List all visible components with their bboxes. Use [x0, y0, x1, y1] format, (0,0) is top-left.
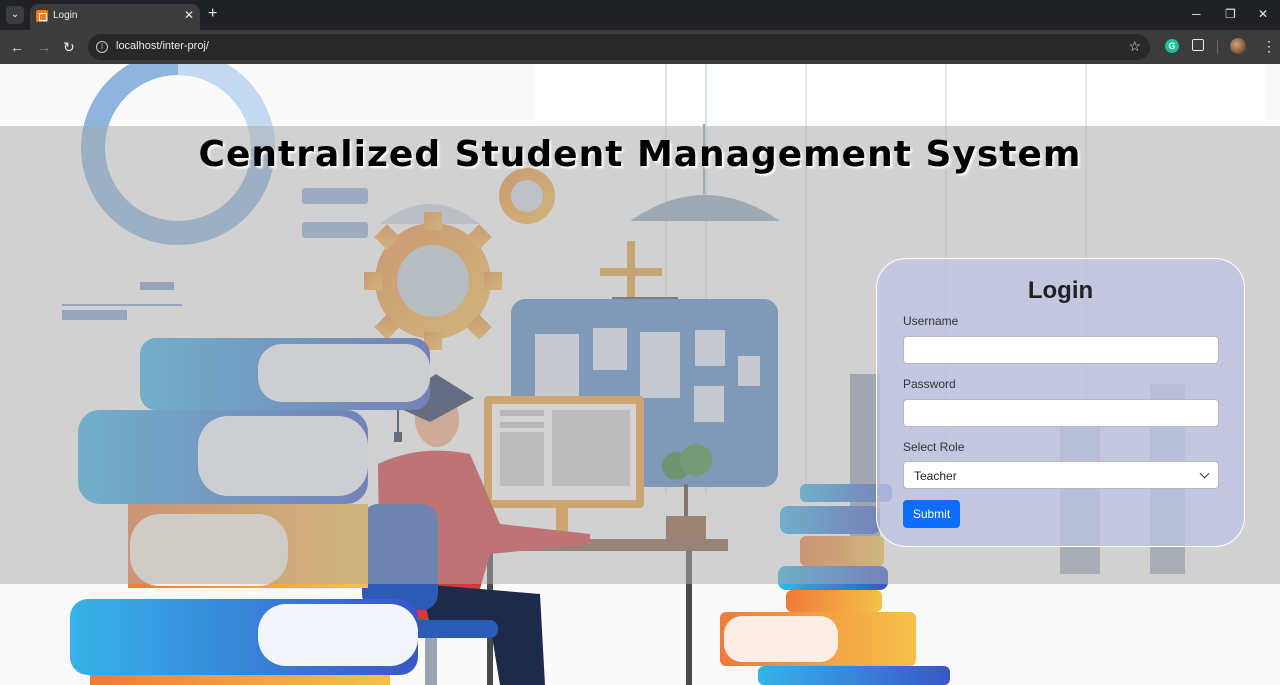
browser-tab[interactable]: Login ✕ [30, 4, 200, 30]
password-input[interactable] [903, 399, 1219, 427]
forward-icon[interactable]: → [37, 38, 51, 56]
site-info-icon[interactable]: i [96, 41, 108, 53]
username-input[interactable] [903, 336, 1219, 364]
browser-menu-icon[interactable]: ⋮ [1262, 38, 1276, 55]
restore-icon[interactable]: ❐ [1225, 6, 1236, 22]
login-title: Login [1027, 277, 1094, 304]
submit-button[interactable]: Submit [903, 500, 960, 528]
profile-avatar[interactable] [1230, 38, 1246, 54]
chevron-down-icon [1199, 468, 1210, 479]
address-bar[interactable]: i localhost/inter-proj/ ☆ [88, 34, 1150, 60]
minimize-icon[interactable]: ─ [1192, 6, 1201, 22]
tab-title: Login [53, 10, 78, 21]
new-tab-icon[interactable]: + [208, 5, 217, 23]
role-label: Select Role [903, 440, 965, 454]
reload-icon[interactable]: ↻ [63, 38, 75, 56]
browser-tab-strip: ⌄ Login ✕ + ─ ❐ ✕ [0, 0, 1280, 30]
tab-search-icon[interactable]: ⌄ [6, 6, 24, 24]
close-window-icon[interactable]: ✕ [1258, 6, 1268, 22]
xampp-favicon-icon [36, 10, 48, 22]
browser-toolbar: ← → ↻ i localhost/inter-proj/ ☆ G ⋮ [0, 30, 1280, 64]
url-text: localhost/inter-proj/ [116, 40, 209, 52]
role-selected-value: Teacher [914, 469, 957, 483]
bookmark-star-icon[interactable]: ☆ [1128, 38, 1141, 55]
login-page: Centralized Student Management System Lo… [0, 64, 1280, 685]
grammarly-extension-icon[interactable]: G [1165, 39, 1179, 53]
toolbar-divider [1217, 40, 1218, 54]
password-label: Password [903, 377, 956, 391]
page-title: Centralized Student Management System [198, 134, 1082, 175]
role-select[interactable]: Teacher [903, 461, 1219, 489]
back-icon[interactable]: ← [10, 38, 24, 56]
username-label: Username [903, 314, 959, 328]
login-card: Login Username Password Select Role Teac… [876, 258, 1245, 547]
tab-close-icon[interactable]: ✕ [184, 8, 194, 22]
extensions-puzzle-icon[interactable] [1192, 39, 1204, 51]
